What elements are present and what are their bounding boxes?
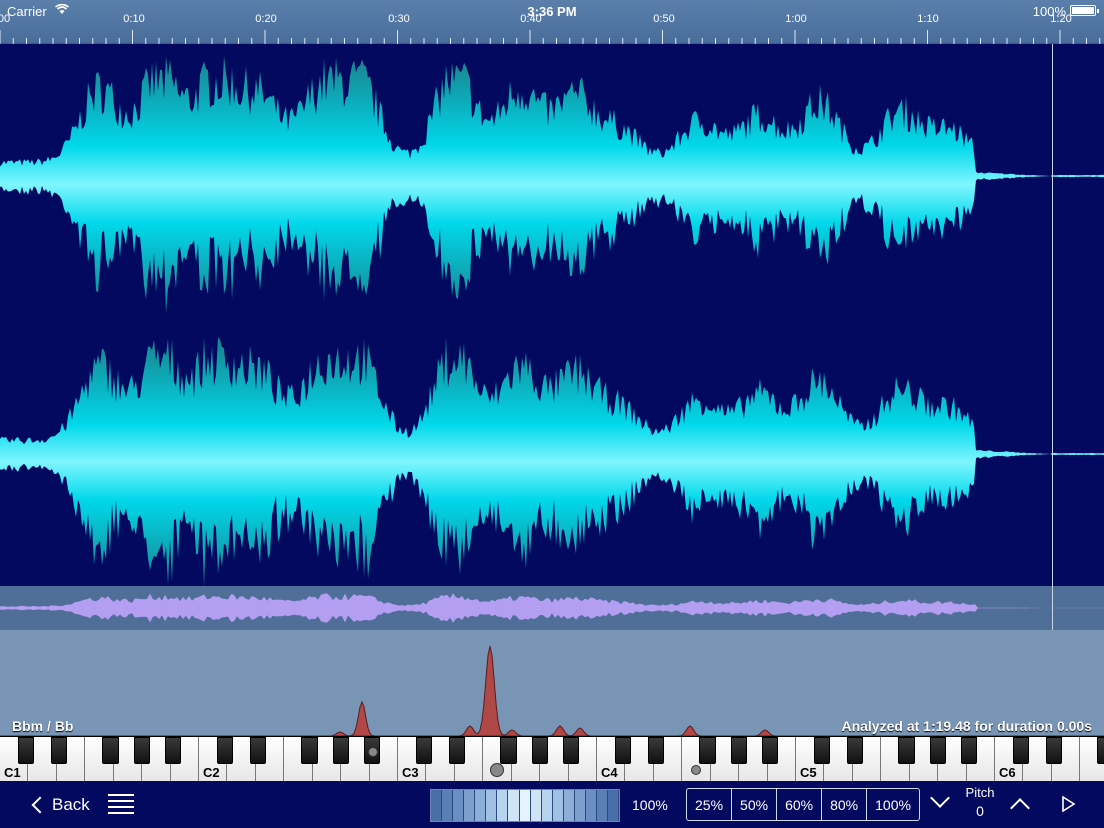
playhead[interactable] bbox=[1052, 44, 1053, 630]
stereo-waveform bbox=[0, 55, 1104, 586]
pitch-label: Pitch bbox=[965, 785, 995, 800]
black-key[interactable] bbox=[102, 737, 119, 764]
black-key[interactable] bbox=[301, 737, 318, 764]
speed-slider-segment bbox=[431, 790, 443, 821]
waveform-view[interactable] bbox=[0, 44, 1104, 630]
timeline-ticks bbox=[0, 30, 1101, 44]
analysis-status: Analyzed at 1:19.48 for duration 0.00s bbox=[841, 718, 1092, 734]
black-key[interactable] bbox=[813, 737, 831, 764]
back-chevron-icon bbox=[31, 796, 49, 814]
speed-slider-segment bbox=[574, 790, 586, 821]
piano-keyboard[interactable]: C1 C2 C3 C4 C5 C6 bbox=[0, 736, 1104, 782]
timeline-ruler[interactable]: Carrier 3:36 PM 100% 00 0:10 0:20 0:30 0… bbox=[0, 0, 1104, 44]
black-key[interactable] bbox=[699, 737, 716, 764]
overview-waveform bbox=[0, 593, 1104, 623]
list-icon[interactable] bbox=[108, 794, 134, 814]
speed-slider-segment bbox=[596, 790, 608, 821]
black-key[interactable] bbox=[216, 737, 234, 764]
timeline-label: 0:20 bbox=[255, 13, 277, 25]
black-key[interactable] bbox=[133, 737, 151, 764]
speed-slider-segment bbox=[552, 790, 564, 821]
preset-80-button[interactable]: 80% bbox=[822, 789, 868, 820]
spectrum-analyzer: Bbm / Bb Analyzed at 1:19.48 for duratio… bbox=[0, 630, 1104, 736]
back-button[interactable]: Back bbox=[28, 792, 90, 818]
black-key[interactable] bbox=[415, 737, 433, 764]
speed-value: 100% bbox=[632, 797, 668, 813]
timeline-label: 0:30 bbox=[388, 13, 410, 25]
speed-slider-segment bbox=[475, 790, 487, 821]
black-key[interactable] bbox=[730, 737, 748, 764]
overview-strip[interactable] bbox=[0, 586, 1104, 630]
black-key[interactable] bbox=[17, 737, 35, 764]
note-marker bbox=[691, 765, 701, 775]
octave-label: C5 bbox=[800, 765, 817, 780]
octave-label: C6 bbox=[999, 765, 1016, 780]
speed-slider-segment bbox=[530, 790, 542, 821]
speed-slider-segment bbox=[486, 790, 498, 821]
black-key[interactable] bbox=[929, 737, 947, 764]
speed-slider-segment bbox=[563, 790, 575, 821]
octave-label: C1 bbox=[4, 765, 21, 780]
note-marker bbox=[490, 763, 504, 777]
black-key[interactable] bbox=[614, 737, 632, 764]
speed-slider-segment bbox=[519, 790, 531, 821]
left-channel-waveform bbox=[0, 55, 1104, 314]
black-key[interactable] bbox=[332, 737, 350, 764]
black-key[interactable] bbox=[960, 737, 978, 764]
black-key[interactable] bbox=[249, 737, 267, 764]
black-key[interactable] bbox=[647, 737, 665, 764]
timeline-label: 1:20 bbox=[1050, 13, 1072, 25]
timeline-label: 1:10 bbox=[917, 13, 939, 25]
black-key[interactable] bbox=[898, 737, 915, 764]
pitch-down-icon[interactable] bbox=[930, 791, 950, 811]
octave-label: C3 bbox=[402, 765, 419, 780]
preset-50-button[interactable]: 50% bbox=[732, 789, 778, 820]
back-label: Back bbox=[52, 795, 90, 814]
right-channel-waveform bbox=[0, 336, 1104, 586]
speed-slider-segment bbox=[497, 790, 509, 821]
speed-slider-segment bbox=[442, 790, 454, 821]
black-key[interactable] bbox=[500, 737, 517, 764]
timeline-label: 1:00 bbox=[785, 13, 807, 25]
black-key[interactable] bbox=[448, 737, 466, 764]
black-key[interactable] bbox=[1012, 737, 1030, 764]
timeline-label: 0:40 bbox=[520, 13, 542, 25]
play-icon[interactable] bbox=[1062, 796, 1076, 812]
speed-slider-segment bbox=[508, 790, 520, 821]
octave-label: C2 bbox=[203, 765, 220, 780]
black-key[interactable] bbox=[164, 737, 182, 764]
pitch-value: 0 bbox=[976, 803, 984, 819]
speed-slider[interactable] bbox=[430, 789, 620, 822]
black-key[interactable] bbox=[531, 737, 549, 764]
timeline-start-label: 00 bbox=[0, 13, 11, 25]
speed-slider-segment bbox=[541, 790, 553, 821]
black-key[interactable] bbox=[761, 737, 779, 764]
black-key[interactable] bbox=[846, 737, 864, 764]
black-key[interactable] bbox=[1045, 737, 1063, 764]
waveform-app: Carrier 3:36 PM 100% 00 0:10 0:20 0:30 0… bbox=[0, 0, 1104, 828]
battery-icon bbox=[1070, 5, 1099, 16]
speed-slider-segment bbox=[464, 790, 476, 821]
black-key[interactable] bbox=[562, 737, 580, 764]
speed-slider-segment bbox=[585, 790, 597, 821]
timeline-label: 0:10 bbox=[123, 13, 145, 25]
chord-label: Bbm / Bb bbox=[12, 718, 74, 734]
preset-25-button[interactable]: 25% bbox=[687, 789, 733, 820]
octave-label: C4 bbox=[601, 765, 618, 780]
speed-presets: 25% 50% 60% 80% 100% bbox=[686, 788, 920, 821]
speed-slider-segment bbox=[453, 790, 465, 821]
pitch-up-icon[interactable] bbox=[1010, 797, 1030, 817]
bottom-toolbar: Back 100% 25% 50% 60% 80% 100% Pitch 0 bbox=[0, 781, 1104, 828]
speed-slider-segment bbox=[608, 790, 620, 821]
note-marker bbox=[368, 747, 378, 757]
timeline-label: 0:50 bbox=[653, 13, 675, 25]
black-key[interactable] bbox=[50, 737, 68, 764]
preset-60-button[interactable]: 60% bbox=[777, 789, 823, 820]
preset-100-button[interactable]: 100% bbox=[867, 789, 919, 820]
black-key[interactable] bbox=[1097, 737, 1104, 764]
